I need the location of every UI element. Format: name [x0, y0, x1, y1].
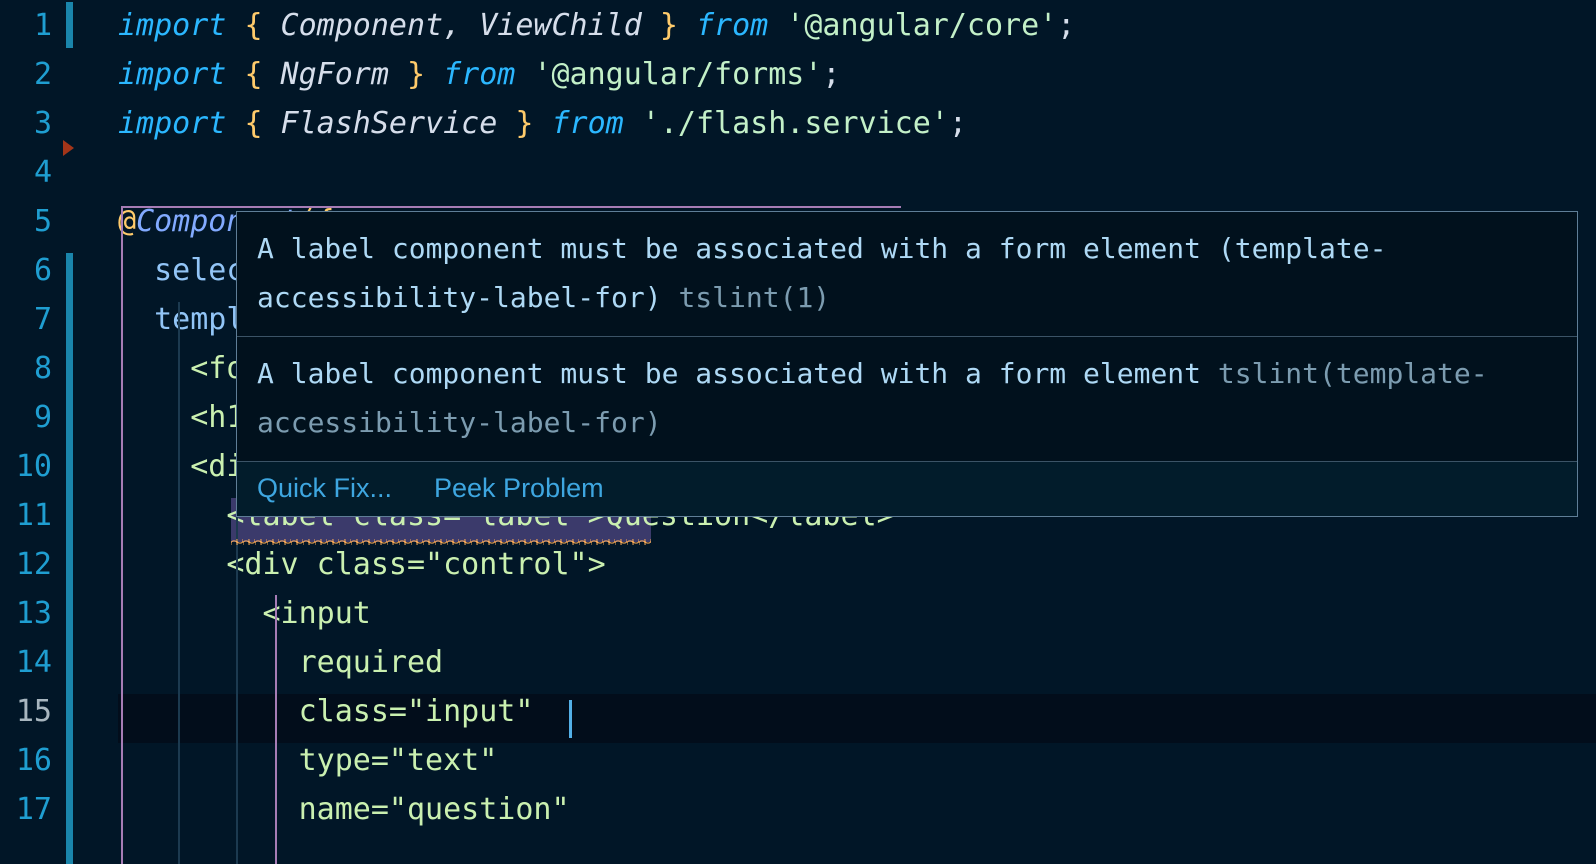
quick-fix-link[interactable]: Quick Fix... [257, 471, 392, 505]
code-token: FlashService [262, 106, 516, 141]
code-token: { [244, 8, 263, 43]
code-line[interactable]: type="text" [0, 736, 1596, 785]
line-number: 10 [15, 449, 52, 484]
code-line-text: import { FlashService } from './flash.se… [118, 99, 967, 148]
indent-guide [178, 302, 180, 864]
code-token: import [118, 57, 245, 92]
text-caret [569, 700, 572, 738]
hover-message-text: A label component must be associated wit… [257, 357, 1218, 390]
line-number: 7 [33, 302, 52, 337]
line-number: 4 [33, 155, 52, 190]
code-line-text: import { Component, ViewChild } from '@a… [118, 1, 1075, 50]
line-number: 1 [33, 8, 52, 43]
code-token: type="text" [298, 743, 498, 778]
bracket-pair-guide [121, 206, 123, 864]
line-number: 12 [15, 547, 52, 582]
code-token: { [244, 106, 263, 141]
code-token: required [298, 645, 444, 680]
code-token: Component, ViewChild [262, 8, 660, 43]
code-line[interactable]: <div class="control"> [0, 540, 1596, 589]
code-line-text: import { NgForm } from '@angular/forms'; [118, 50, 840, 99]
code-token: } [407, 57, 426, 92]
code-line[interactable]: name="question" [0, 785, 1596, 834]
line-number: 8 [33, 351, 52, 386]
code-token: './flash.service' [641, 106, 949, 141]
line-number: 16 [15, 743, 52, 778]
code-token: ; [1057, 8, 1076, 43]
code-line-text: required [118, 638, 444, 687]
code-line-text: class="input" [118, 687, 534, 736]
bracket-pair-guide-top [121, 206, 901, 208]
code-line[interactable]: import { FlashService } from './flash.se… [0, 99, 1596, 148]
code-token: from [443, 57, 516, 92]
hover-tooltip[interactable]: A label component must be associated wit… [236, 211, 1578, 517]
code-token: <input [262, 596, 371, 631]
line-number: 11 [15, 498, 52, 533]
git-change-indicator [66, 253, 73, 864]
code-token: { [244, 57, 263, 92]
code-token: class="input" [298, 694, 534, 729]
code-line[interactable]: class="input" [0, 687, 1596, 736]
code-line[interactable]: import { NgForm } from '@angular/forms'; [0, 50, 1596, 99]
breakpoint-marker[interactable] [63, 140, 74, 156]
error-squiggle [231, 539, 651, 545]
line-number: 5 [33, 204, 52, 239]
code-token: name="question" [298, 792, 570, 827]
hover-message-0: A label component must be associated wit… [237, 212, 1577, 336]
hover-message-1: A label component must be associated wit… [237, 337, 1577, 461]
line-number: 17 [15, 792, 52, 827]
code-token: from [695, 8, 769, 43]
code-token: <div class="control"> [226, 547, 606, 582]
code-line-text: name="question" [118, 785, 570, 834]
indent-guide-active [275, 595, 277, 864]
line-number: 9 [33, 400, 52, 435]
code-line[interactable]: import { Component, ViewChild } from '@a… [0, 1, 1596, 50]
code-token: } [515, 106, 534, 141]
line-number: 2 [33, 57, 52, 92]
line-number: 13 [15, 596, 52, 631]
code-token: } [659, 8, 678, 43]
peek-problem-link[interactable]: Peek Problem [434, 471, 604, 505]
code-token: from [551, 106, 624, 141]
line-number: 14 [15, 645, 52, 680]
line-number: 3 [33, 106, 52, 141]
code-token: import [118, 8, 245, 43]
code-line[interactable] [0, 148, 1596, 197]
hover-action-bar[interactable]: Quick Fix... Peek Problem [237, 461, 1577, 516]
code-line-text: <input [118, 589, 371, 638]
line-number: 6 [33, 253, 52, 288]
code-token: ; [948, 106, 967, 141]
editor-gutter[interactable]: 1 2 3 4 5 6 7 8 9 10 11 12 13 14 15 16 17 [0, 0, 118, 864]
git-change-indicator [66, 2, 73, 48]
code-token: import [118, 106, 245, 141]
code-line-text: type="text" [118, 736, 498, 785]
code-token: ; [822, 57, 841, 92]
code-line[interactable]: <input [0, 589, 1596, 638]
code-token: NgForm [262, 57, 407, 92]
code-token: '@angular/core' [786, 8, 1058, 43]
code-token: '@angular/forms' [533, 57, 823, 92]
code-line-text: <div class="control"> [118, 540, 606, 589]
line-number: 15 [15, 694, 52, 729]
code-editor[interactable]: import { Component, ViewChild } from '@a… [0, 0, 1596, 864]
hover-message-source: tslint(1) [678, 281, 831, 314]
code-line[interactable]: required [0, 638, 1596, 687]
